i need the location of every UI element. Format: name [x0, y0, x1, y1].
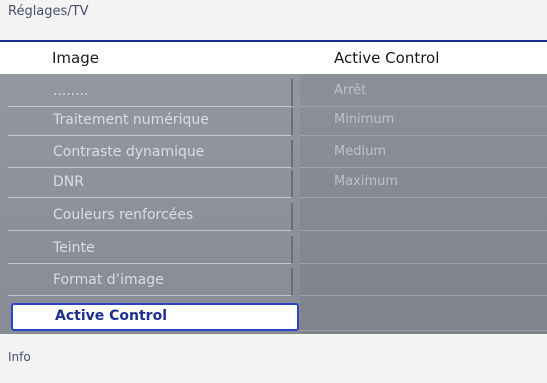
- menu-item-traitement-numerique[interactable]: Traitement numérique: [8, 108, 293, 136]
- menu-item-label: Format d’image: [53, 272, 164, 288]
- breadcrumb: Réglages/TV: [0, 0, 547, 40]
- menu-item-teinte[interactable]: Teinte: [8, 236, 293, 264]
- option-minimum[interactable]: Minimum: [300, 108, 547, 136]
- menu-item-label: Teinte: [53, 240, 95, 256]
- menu-item-label: Traitement numérique: [53, 112, 209, 128]
- menu-item-contraste-dynamique[interactable]: Contraste dynamique: [8, 140, 293, 168]
- option-empty-row: [300, 236, 547, 264]
- option-arret[interactable]: Arrêt: [300, 79, 547, 107]
- submenu-header: Active Control: [300, 42, 547, 72]
- menu-item-label: ........: [53, 83, 89, 99]
- menu-item-ellipsis[interactable]: ........: [8, 79, 293, 107]
- menu-header: Image: [0, 42, 300, 72]
- menu-item-format-image[interactable]: Format d’image: [8, 268, 293, 296]
- option-empty-row: [300, 203, 547, 231]
- menu-item-dnr[interactable]: DNR: [8, 170, 293, 198]
- option-label: Medium: [334, 144, 386, 159]
- menu-title: Image: [52, 49, 99, 67]
- option-empty-row: [300, 303, 547, 331]
- menu-item-label: Contraste dynamique: [53, 144, 205, 160]
- submenu-title: Active Control: [334, 49, 440, 67]
- menu-item-active-control[interactable]: Active Control: [11, 303, 299, 331]
- info-bar: Info: [0, 334, 547, 383]
- menu-item-couleurs-renforcees[interactable]: Couleurs renforcées: [8, 203, 293, 231]
- option-maximum[interactable]: Maximum: [300, 170, 547, 198]
- option-label: Maximum: [334, 174, 399, 189]
- option-empty-row: [300, 268, 547, 296]
- menu-item-label: DNR: [53, 174, 84, 190]
- option-medium[interactable]: Medium: [300, 140, 547, 168]
- breadcrumb-text: Réglages/TV: [8, 4, 89, 19]
- option-label: Arrêt: [334, 83, 367, 98]
- option-label: Minimum: [334, 112, 395, 127]
- menu-item-label: Couleurs renforcées: [53, 207, 194, 223]
- menu-item-label: Active Control: [55, 308, 167, 324]
- info-label: Info: [8, 350, 31, 364]
